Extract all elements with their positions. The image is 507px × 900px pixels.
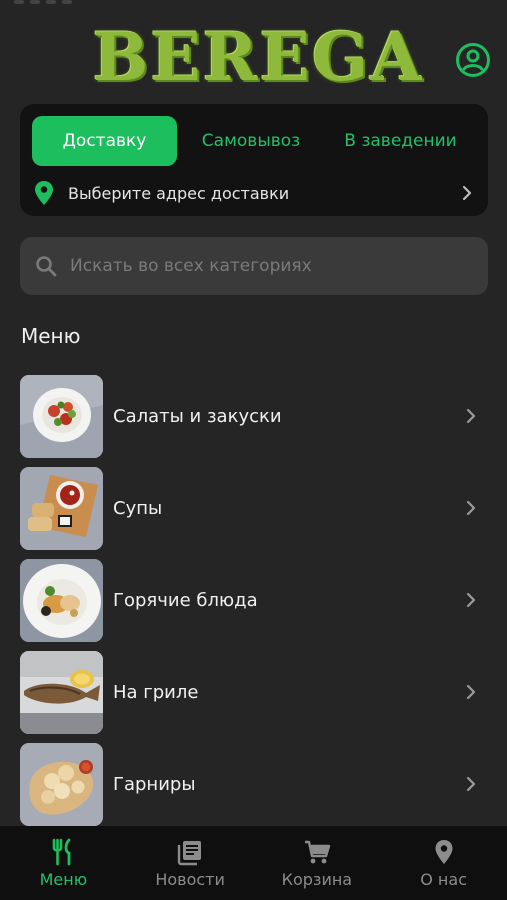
tab-label: Доставку (62, 131, 147, 151)
header: BEREGA (0, 0, 507, 100)
tab-delivery[interactable]: Доставку (32, 116, 177, 166)
nav-label: О нас (420, 870, 467, 889)
nav-news[interactable]: Новости (127, 826, 254, 900)
category-salads[interactable]: Салаты и закуски (20, 370, 488, 462)
category-label: Горячие блюда (113, 589, 258, 611)
map-pin-icon (35, 181, 53, 205)
chevron-right-icon (466, 684, 476, 700)
news-icon (177, 841, 202, 866)
category-image-soups (20, 466, 103, 550)
nav-menu[interactable]: Меню (0, 826, 127, 900)
user-circle-icon (456, 43, 490, 77)
category-image-salads (20, 374, 103, 458)
status-bar (14, 0, 72, 8)
category-image-sides (20, 742, 103, 826)
logo-text: BEREGA (92, 18, 424, 96)
tab-dine-in[interactable]: В заведении (325, 116, 476, 166)
tab-pickup[interactable]: Самовывоз (177, 116, 325, 166)
chevron-right-icon (466, 592, 476, 608)
category-label: На гриле (113, 681, 199, 703)
category-label: Гарниры (113, 773, 196, 795)
chevron-right-icon (466, 408, 476, 424)
category-soups[interactable]: Супы (20, 462, 488, 554)
address-text: Выберите адрес доставки (68, 183, 290, 203)
brand-logo: BEREGA (78, 18, 438, 96)
cart-icon (304, 840, 331, 864)
chevron-right-icon (466, 500, 476, 516)
menu-category-list: Салаты и закуски Супы Горячие блюда На г… (20, 370, 488, 830)
nav-label: Новости (155, 870, 225, 889)
category-label: Салаты и закуски (113, 405, 282, 427)
category-grill[interactable]: На гриле (20, 646, 488, 738)
chevron-right-icon (462, 185, 472, 201)
chevron-right-icon (466, 776, 476, 792)
category-image-hot-dishes (20, 558, 103, 642)
nav-label: Меню (39, 870, 88, 889)
location-icon (435, 840, 453, 864)
menu-heading: Меню (21, 324, 81, 348)
address-selector[interactable]: Выберите адрес доставки (34, 178, 474, 208)
delivery-options-card: Доставку Самовывоз В заведении Выберите … (20, 104, 488, 216)
nav-label: Корзина (281, 870, 353, 889)
category-sides[interactable]: Гарниры (20, 738, 488, 830)
category-image-grill (20, 650, 103, 734)
category-hot-dishes[interactable]: Горячие блюда (20, 554, 488, 646)
delivery-mode-tabs: Доставку Самовывоз В заведении (32, 116, 476, 166)
fork-knife-icon (53, 838, 71, 866)
tab-label: Самовывоз (201, 131, 301, 151)
category-label: Супы (113, 497, 163, 519)
search-icon (36, 256, 57, 277)
profile-button[interactable] (455, 42, 491, 78)
search-input[interactable] (70, 256, 470, 276)
tab-label: В заведении (344, 131, 457, 151)
bottom-navigation: Меню Новости Корзина О нас (0, 826, 507, 900)
search-bar[interactable] (20, 237, 488, 295)
nav-cart[interactable]: Корзина (254, 826, 381, 900)
nav-about[interactable]: О нас (380, 826, 507, 900)
